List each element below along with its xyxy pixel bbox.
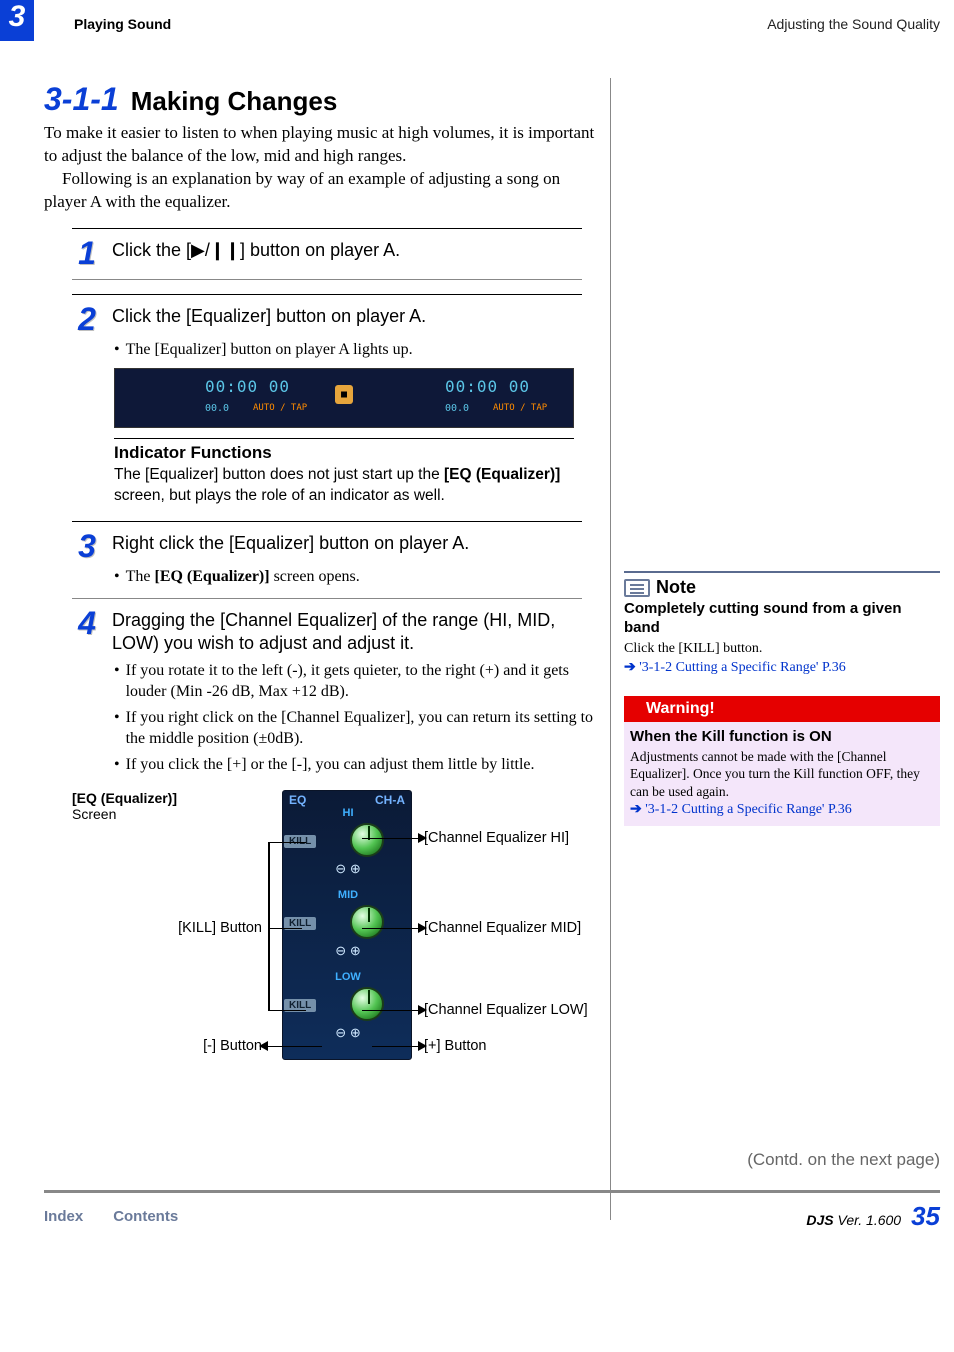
step-2-text: Click the [Equalizer] button on player A… [112,305,426,328]
column-separator [610,78,611,1220]
note-box: Note Completely cutting sound from a giv… [624,571,940,676]
header-section-right: Adjusting the Sound Quality [767,16,940,32]
step-1-text: Click the [▶/❙❙] button on player A. [112,239,400,262]
step-number-icon: 3 [72,530,102,562]
note-subtitle: Completely cutting sound from a given ba… [624,600,940,638]
main-column: 3-1-1 Making Changes To make it easier t… [44,51,604,1070]
callout-ch-eq-low: [Channel Equalizer LOW] [424,1002,588,1018]
indicator-title: Indicator Functions [114,443,574,463]
callout-ch-eq-mid: [Channel Equalizer MID] [424,920,581,936]
continued-label: (Contd. on the next page) [0,1150,940,1170]
chapter-number: 3 [0,0,34,38]
step-3: 3 Right click the [Equalizer] button on … [44,532,604,562]
note-cross-ref-link[interactable]: ➔ '3-1-2 Cutting a Specific Range' P.36 [624,658,940,676]
step-4-sub3: If you click the [+] or the [-], you can… [126,754,535,776]
eq-diagram: [EQ (Equalizer)] Screen EQ CH-A HI KILL … [72,790,604,1070]
step-4-sub2: If you right click on the [Channel Equal… [126,707,604,750]
step-number-icon: 1 [72,237,102,269]
step-2-sub: The [Equalizer] button on player A light… [126,339,413,361]
note-body: Click the [KILL] button. [624,640,940,658]
step-number-icon: 4 [72,607,102,639]
section-title: Making Changes [131,86,338,117]
step-3-sub: The [EQ (Equalizer)] screen opens. [126,566,360,588]
warning-box: Warning! When the Kill function is ON Ad… [624,696,940,827]
callout-minus-button: [-] Button [132,1038,262,1054]
callout-ch-eq-hi: [Channel Equalizer HI] [424,830,569,846]
warning-header: Warning! [624,696,940,722]
page-header: 3 Playing Sound Adjusting the Sound Qual… [0,0,954,38]
footer-link-contents[interactable]: Contents [113,1208,178,1225]
side-column: Note Completely cutting sound from a giv… [624,51,940,1070]
player-ui-screenshot: 00:00 00 00.0 00:00 00 00.0 AUTO / TAP A… [114,368,574,428]
indicator-functions-block: Indicator Functions The [Equalizer] butt… [114,438,574,507]
eq-panel-image: EQ CH-A HI KILL ⊖ ⊕ MID KILL ⊖ ⊕ LOW KIL… [282,790,412,1060]
warning-cross-ref-link[interactable]: ➔ '3-1-2 Cutting a Specific Range' P.36 [630,800,934,818]
section-number: 3-1-1 [44,81,119,118]
step-number-icon: 2 [72,303,102,335]
footer-link-index[interactable]: Index [44,1208,83,1225]
step-4-text: Dragging the [Channel Equalizer] of the … [112,609,604,656]
step-3-text: Right click the [Equalizer] button on pl… [112,532,469,555]
intro-paragraph: To make it easier to listen to when play… [44,122,604,214]
callout-plus-button: [+] Button [424,1038,486,1054]
step-2: 2 Click the [Equalizer] button on player… [44,305,604,335]
footer-version: DJS Ver. 1.600 [806,1212,901,1228]
note-icon [624,579,650,597]
warning-subtitle: When the Kill function is ON [630,728,934,745]
note-title-text: Note [656,577,696,598]
step-4: 4 Dragging the [Channel Equalizer] of th… [44,609,604,656]
header-section-left: Playing Sound [74,16,171,32]
step-4-sub1: If you rotate it to the left (-), it get… [126,660,604,703]
page-footer: Index Contents DJS Ver. 1.600 35 [44,1190,940,1244]
footer-page-number: 35 [911,1201,940,1232]
warning-body: Adjustments cannot be made with the [Cha… [630,748,934,801]
callout-kill-button: [KILL] Button [132,920,262,936]
step-1: 1 Click the [▶/❙❙] button on player A. [44,239,604,269]
